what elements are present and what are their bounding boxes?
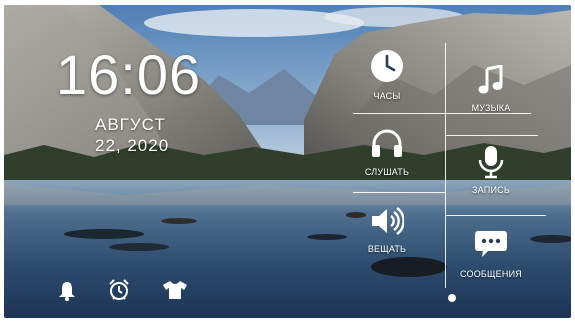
music-button[interactable]: МУЗЫКА [444, 63, 538, 141]
listen-button[interactable]: СЛУШАТЬ [340, 123, 434, 201]
music-label: МУЗЫКА [471, 103, 511, 113]
record-button[interactable]: ЗАПИСЬ [444, 145, 538, 223]
alarm-button[interactable] [108, 279, 130, 306]
clock-label: ЧАСЫ [373, 91, 401, 101]
time-display: 16:06 [56, 43, 202, 106]
clock-icon [340, 49, 434, 83]
microphone-icon [444, 145, 538, 179]
broadcast-button[interactable]: ВЕЩАТЬ [340, 205, 434, 283]
chat-bubble-icon [444, 229, 538, 259]
clock-button[interactable]: ЧАСЫ [340, 45, 434, 123]
headphones-icon [340, 127, 434, 159]
bell-button[interactable] [58, 281, 76, 306]
record-label: ЗАПИСЬ [472, 185, 510, 195]
broadcast-label: ВЕЩАТЬ [367, 244, 407, 254]
shirt-button[interactable] [162, 280, 188, 305]
listen-label: СЛУШАТЬ [364, 167, 410, 177]
messages-label: СООБЩЕНИЯ [460, 269, 522, 279]
messages-button[interactable]: СООБЩЕНИЯ [444, 229, 538, 307]
music-note-icon [444, 65, 538, 95]
home-screen: 16:06 АВГУСТ 22, 2020 ЧАСЫ МУЗЫКА СЛУШАТ… [4, 5, 571, 318]
date-month: АВГУСТ [95, 115, 166, 134]
alarm-clock-icon [109, 279, 129, 300]
speaker-icon [340, 207, 434, 235]
shirt-icon [163, 281, 187, 299]
page-indicator-dot[interactable] [448, 294, 456, 302]
bell-icon [59, 282, 75, 301]
date-day-year: 22, 2020 [95, 136, 170, 155]
